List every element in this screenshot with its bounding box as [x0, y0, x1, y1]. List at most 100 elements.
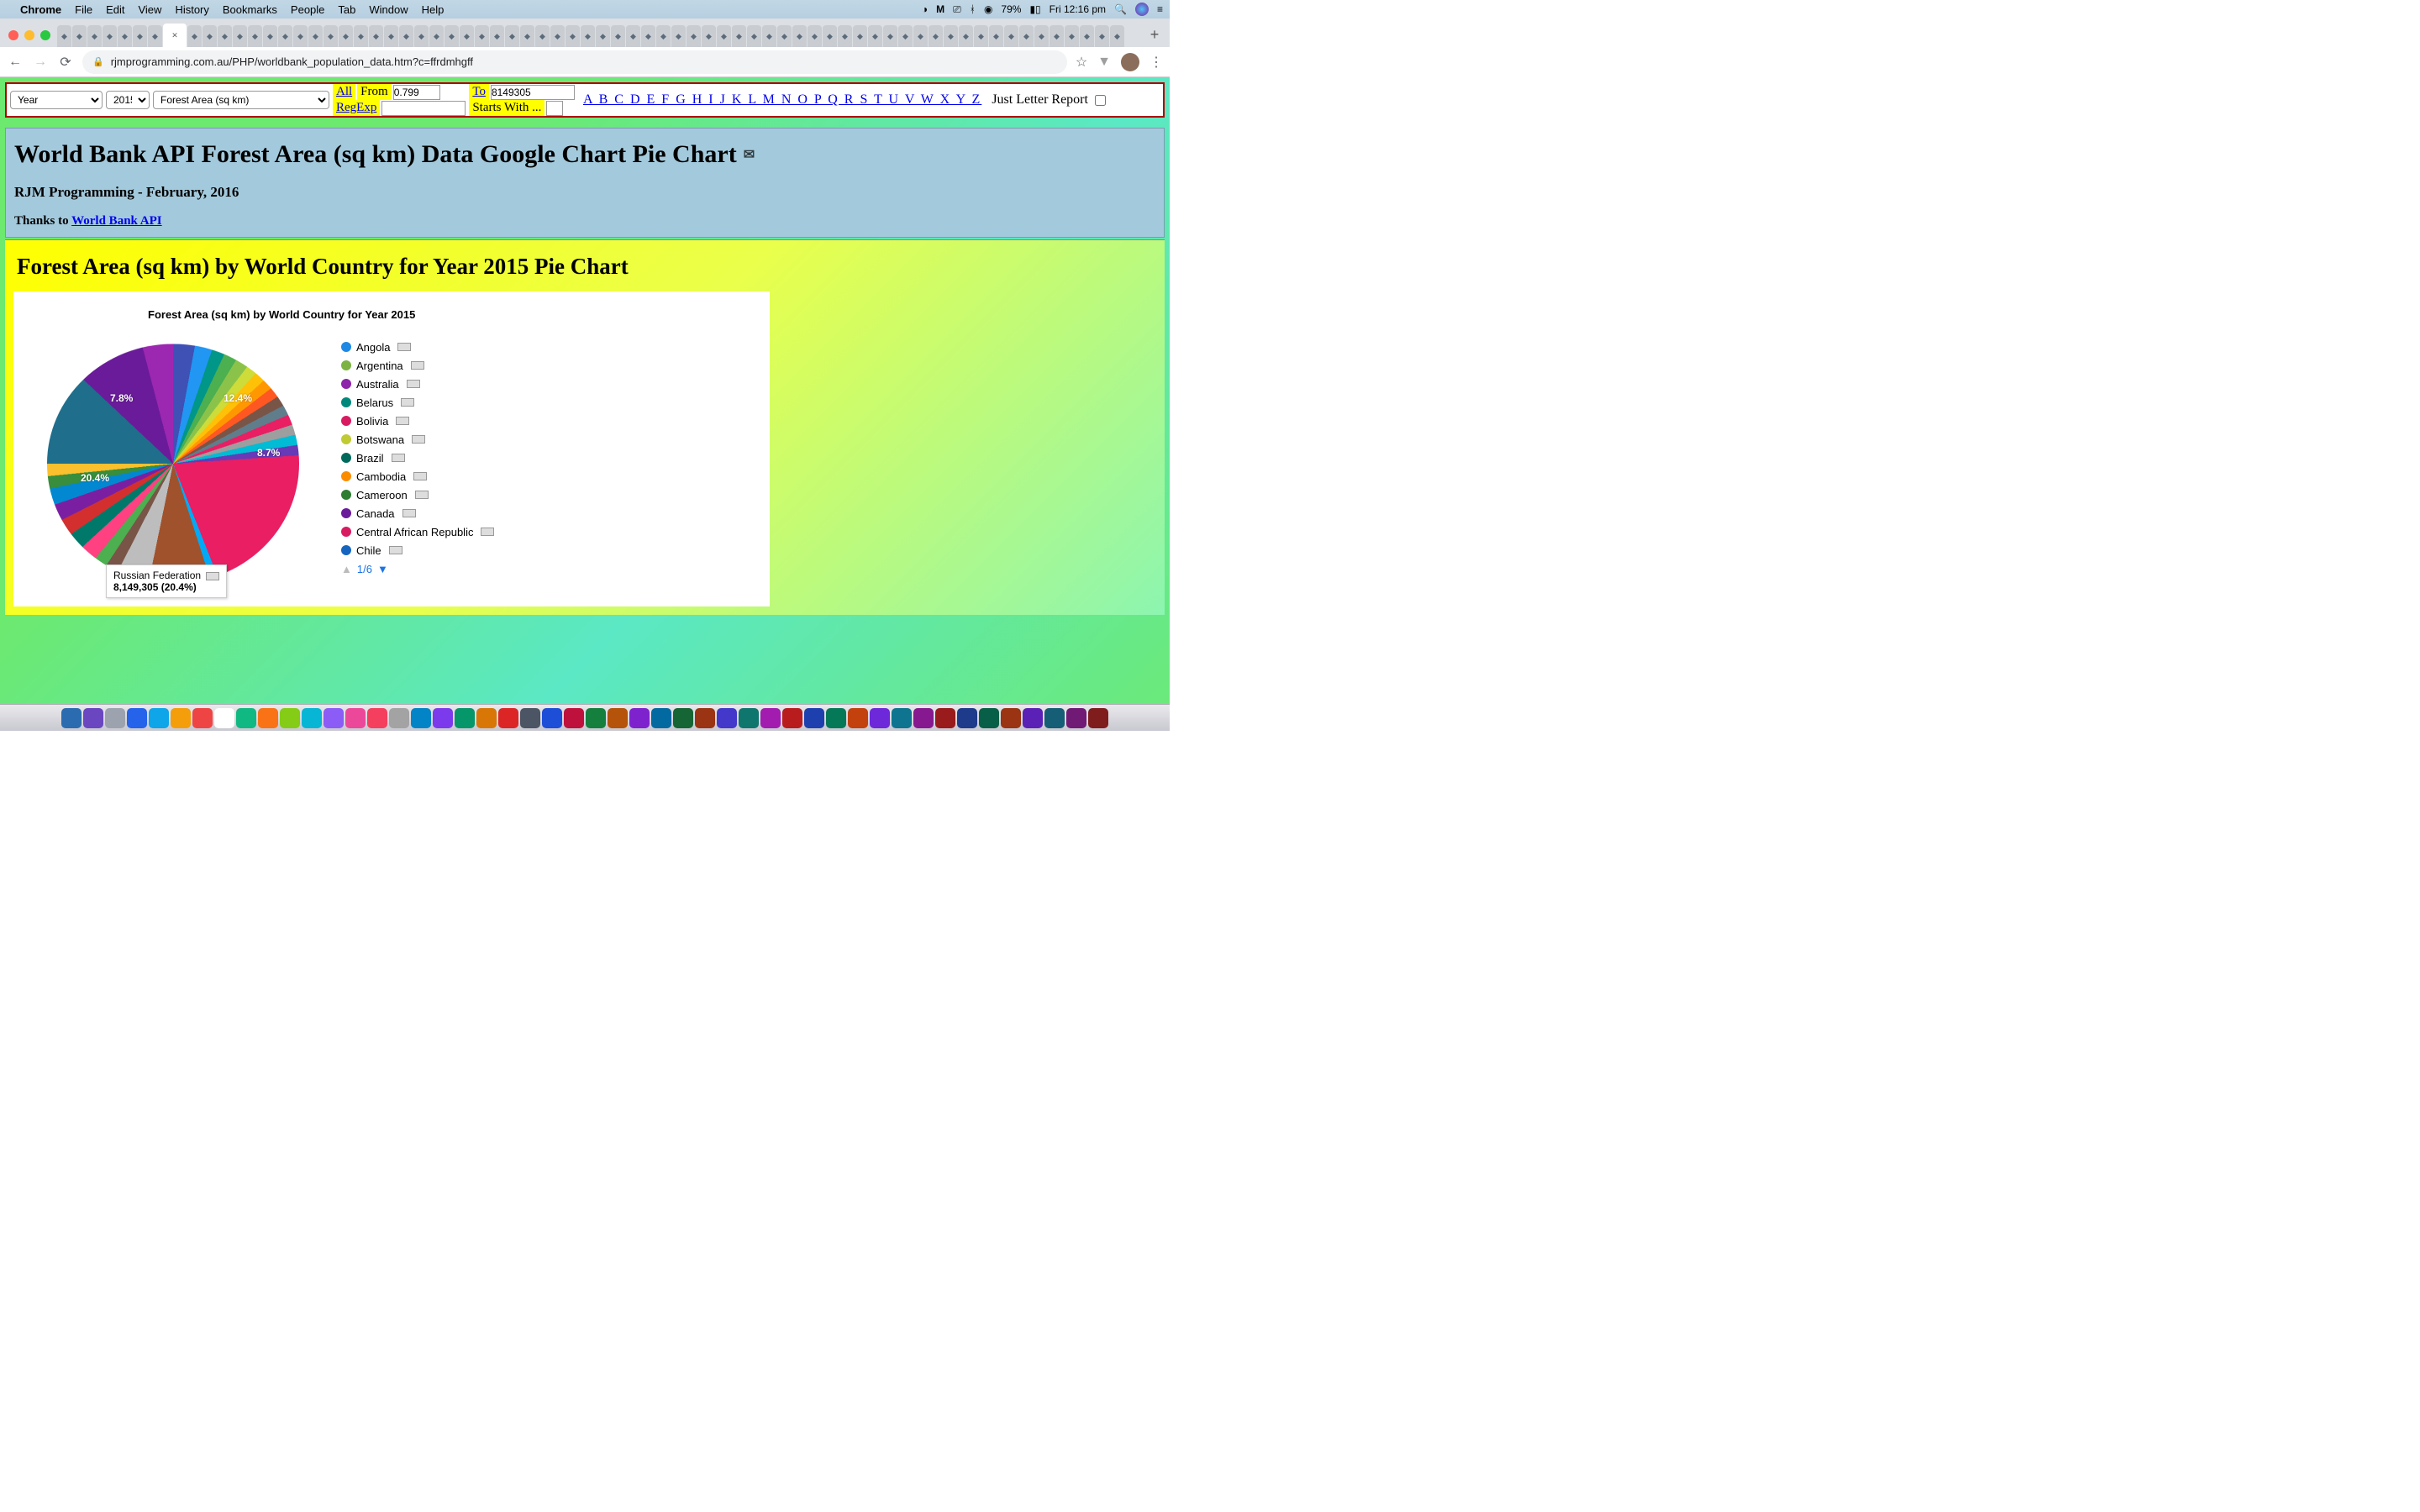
tab[interactable]: ◆ [913, 25, 928, 47]
dock-app-icon[interactable] [324, 708, 344, 728]
dock-app-icon[interactable] [476, 708, 497, 728]
tab[interactable]: ◆ [324, 25, 338, 47]
year-select[interactable]: 2015 [106, 91, 150, 109]
menu-tab[interactable]: Tab [338, 3, 355, 16]
tab[interactable]: ◆ [853, 25, 867, 47]
tab[interactable]: ◆ [57, 25, 71, 47]
tab[interactable]: ◆ [732, 25, 746, 47]
dock-app-icon[interactable] [913, 708, 934, 728]
tab[interactable]: ◆ [1050, 25, 1064, 47]
tab[interactable]: ◆ [369, 25, 383, 47]
menu-history[interactable]: History [175, 3, 208, 16]
menu-file[interactable]: File [75, 3, 92, 16]
profile-avatar[interactable] [1121, 53, 1139, 71]
tab[interactable]: ◆ [103, 25, 117, 47]
to-input[interactable] [491, 85, 575, 100]
tab[interactable]: ◆ [883, 25, 897, 47]
tab[interactable]: ◆ [944, 25, 958, 47]
tab[interactable]: ◆ [218, 25, 232, 47]
clock[interactable]: Fri 12:16 pm [1050, 3, 1106, 15]
dock-app-icon[interactable] [1001, 708, 1021, 728]
dock-app-icon[interactable] [564, 708, 584, 728]
tab[interactable]: ◆ [384, 25, 398, 47]
dock-app-icon[interactable] [389, 708, 409, 728]
all-link[interactable]: All [333, 84, 355, 100]
tab[interactable]: ◆ [354, 25, 368, 47]
dock-app-icon[interactable] [739, 708, 759, 728]
dock-app-icon[interactable] [804, 708, 824, 728]
tab[interactable]: ◆ [278, 25, 292, 47]
app-name[interactable]: Chrome [20, 3, 61, 16]
tab[interactable]: ◆ [687, 25, 701, 47]
dock-app-icon[interactable] [345, 708, 366, 728]
menu-window[interactable]: Window [369, 3, 408, 16]
menu-bookmarks[interactable]: Bookmarks [223, 3, 277, 16]
dock-app-icon[interactable] [695, 708, 715, 728]
tab[interactable]: ◆ [1004, 25, 1018, 47]
close-window-button[interactable] [8, 30, 18, 40]
legend-item[interactable]: Central African Republic [341, 522, 494, 541]
tab[interactable]: ◆ [475, 25, 489, 47]
just-letter-report-checkbox[interactable] [1095, 95, 1106, 106]
legend-item[interactable]: Cameroon [341, 486, 494, 504]
tab[interactable]: ◆ [974, 25, 988, 47]
tab[interactable]: ◆ [626, 25, 640, 47]
bookmark-star-icon[interactable]: ☆ [1076, 54, 1087, 71]
tab[interactable]: ◆ [929, 25, 943, 47]
dock-app-icon[interactable] [1023, 708, 1043, 728]
legend-item[interactable]: Australia [341, 375, 494, 393]
dock-app-icon[interactable] [455, 708, 475, 728]
dock-app-icon[interactable] [979, 708, 999, 728]
tab[interactable]: ◆ [656, 25, 671, 47]
tab[interactable]: ◆ [581, 25, 595, 47]
menu-edit[interactable]: Edit [106, 3, 124, 16]
minimize-window-button[interactable] [24, 30, 34, 40]
tab[interactable]: ◆ [702, 25, 716, 47]
menu-help[interactable]: Help [422, 3, 445, 16]
regexp-input[interactable] [381, 101, 466, 116]
dock-app-icon[interactable] [411, 708, 431, 728]
world-bank-api-link[interactable]: World Bank API [71, 214, 162, 228]
dock-app-icon[interactable] [280, 708, 300, 728]
legend-item[interactable]: Belarus [341, 393, 494, 412]
dock-app-icon[interactable] [302, 708, 322, 728]
dock-app-icon[interactable] [258, 708, 278, 728]
dock-app-icon[interactable] [760, 708, 781, 728]
dock-app-icon[interactable] [214, 708, 234, 728]
dock-app-icon[interactable] [629, 708, 650, 728]
alpha-filter-links[interactable]: A B C D E F G H I J K L M N O P Q R S T … [583, 92, 981, 108]
dock-app-icon[interactable] [105, 708, 125, 728]
tab[interactable]: ◆ [898, 25, 913, 47]
tab[interactable]: ◆ [1034, 25, 1049, 47]
dock-app-icon[interactable] [83, 708, 103, 728]
legend-item[interactable]: Chile [341, 541, 494, 559]
legend-item[interactable]: Brazil [341, 449, 494, 467]
tab[interactable]: ◆ [263, 25, 277, 47]
tab[interactable]: ◆ [460, 25, 474, 47]
dock-app-icon[interactable] [586, 708, 606, 728]
menu-people[interactable]: People [291, 3, 324, 16]
tab[interactable]: ◆ [747, 25, 761, 47]
tab[interactable]: ◆ [339, 25, 353, 47]
tab[interactable]: ◆ [233, 25, 247, 47]
tab[interactable]: ◆ [868, 25, 882, 47]
tab[interactable]: ◆ [808, 25, 822, 47]
tab[interactable]: ◆ [550, 25, 565, 47]
dock-app-icon[interactable] [848, 708, 868, 728]
dock-app-icon[interactable] [957, 708, 977, 728]
tab[interactable]: ◆ [308, 25, 323, 47]
startswith-input[interactable] [546, 101, 563, 116]
tab[interactable]: ◆ [641, 25, 655, 47]
tab[interactable]: ◆ [248, 25, 262, 47]
tab[interactable]: ◆ [535, 25, 550, 47]
from-input[interactable] [393, 85, 440, 100]
mega-icon[interactable]: M [936, 3, 944, 15]
tab[interactable]: ◆ [118, 25, 132, 47]
fullscreen-window-button[interactable] [40, 30, 50, 40]
pie-chart[interactable]: 12.4% 8.7% 20.4% 7.8% Russian Federation… [30, 338, 316, 598]
legend-next-icon[interactable]: ▼ [377, 563, 388, 575]
tab[interactable]: ◆ [445, 25, 459, 47]
dock-app-icon[interactable] [717, 708, 737, 728]
dock-app-icon[interactable] [935, 708, 955, 728]
legend-item[interactable]: Argentina [341, 356, 494, 375]
